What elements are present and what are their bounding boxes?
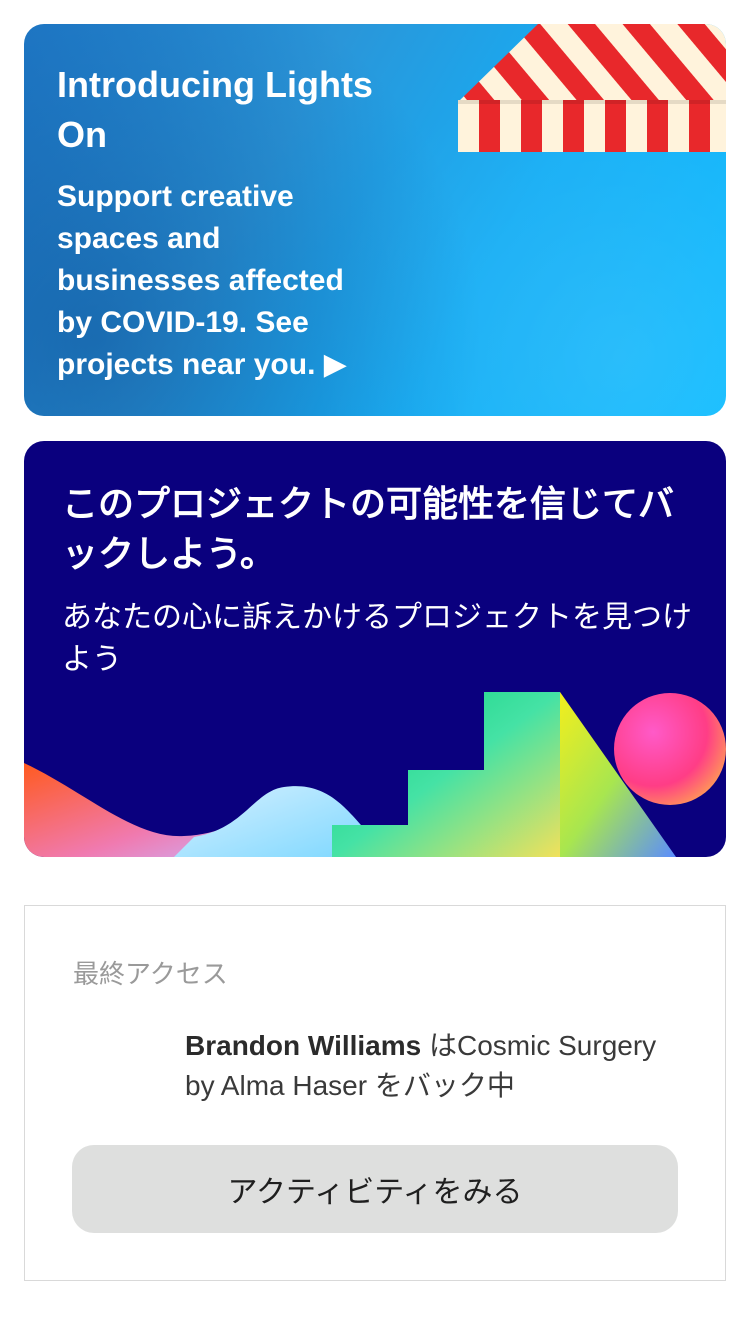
- view-activity-button[interactable]: アクティビティをみる: [72, 1145, 678, 1233]
- banner-title: Introducing Lights On: [57, 64, 373, 155]
- banner-subtitle: あなたの心に訴えかけるプロジェクトを見つけよう: [62, 601, 692, 676]
- back-project-banner[interactable]: このプロジェクトの可能性を信じてバックしよう。 あなたの心に訴えかけるプロジェク…: [24, 441, 726, 857]
- section-label: 最終アクセス: [73, 959, 228, 989]
- awning-illustration: [458, 24, 726, 152]
- banner-body-text: Support creative spaces and businesses a…: [57, 180, 344, 381]
- last-access-card: 最終アクセス Brandon Williams はCosmic Surgery …: [24, 905, 726, 1281]
- lights-on-banner[interactable]: Introducing Lights On Support creative s…: [24, 24, 726, 416]
- user-name[interactable]: Brandon Williams: [185, 1030, 421, 1061]
- banner-body: Support creative spaces and businesses a…: [57, 176, 387, 386]
- banner-title: このプロジェクトの可能性を信じてバックしよう。: [62, 483, 675, 574]
- play-arrow-icon: ▶: [323, 348, 347, 381]
- activity-description: Brandon Williams はCosmic Surgery by Alma…: [185, 1026, 685, 1106]
